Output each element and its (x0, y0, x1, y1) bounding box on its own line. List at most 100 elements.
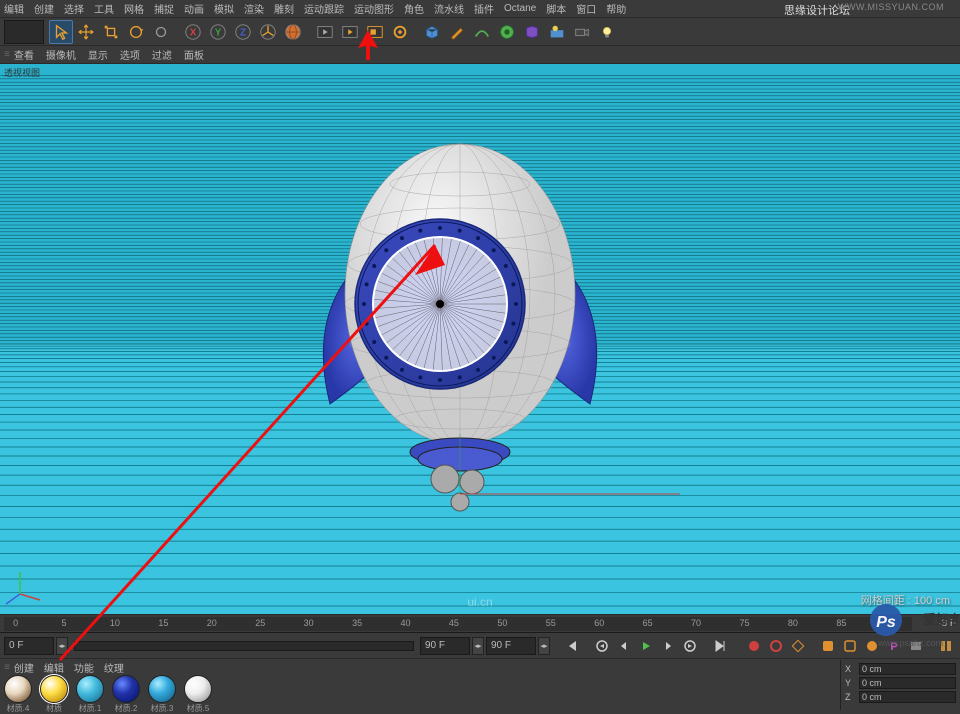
autokey-button[interactable] (766, 636, 786, 656)
select-tool-button[interactable] (49, 20, 73, 44)
timeline-tick: 10 (110, 618, 120, 628)
material-item[interactable]: 材质.4 (2, 675, 34, 714)
material-item[interactable]: 材质.2 (110, 675, 142, 714)
frame-start-stepper[interactable]: ◂▸ (56, 637, 68, 655)
filter-view[interactable]: 查看 (14, 47, 34, 62)
timeline-tick: 65 (643, 618, 653, 628)
material-ball-icon (4, 675, 32, 703)
watermark-uicn: ui.cn (467, 595, 492, 609)
spline-pen-button[interactable] (445, 20, 469, 44)
menu-pipeline[interactable]: 流水线 (434, 1, 464, 16)
goto-next-key-button[interactable] (680, 636, 700, 656)
timeline-tick: 55 (546, 618, 556, 628)
menu-mograph[interactable]: 运动图形 (354, 1, 394, 16)
axis-z-button[interactable]: Z (231, 20, 255, 44)
menu-octane[interactable]: Octane (504, 3, 536, 14)
menu-script[interactable]: 脚本 (546, 1, 566, 16)
timeline-tick: 50 (497, 618, 507, 628)
rotate-tool-button[interactable] (124, 20, 148, 44)
timeline-tick: 85 (836, 618, 846, 628)
material-label: 材质.1 (74, 703, 106, 714)
mat-tab-texture[interactable]: 纹理 (104, 660, 124, 675)
menu-character[interactable]: 角色 (404, 1, 424, 16)
axis-x-button[interactable]: X (181, 20, 205, 44)
svg-text:Z: Z (240, 27, 246, 38)
axis-y-button[interactable]: Y (206, 20, 230, 44)
move-tool-button[interactable] (74, 20, 98, 44)
deformer-button[interactable] (520, 20, 544, 44)
light-button[interactable] (595, 20, 619, 44)
material-item[interactable]: 材质 (38, 675, 70, 714)
material-item[interactable]: 材质.5 (182, 675, 214, 714)
perspective-viewport[interactable]: 透视视图 (0, 64, 960, 614)
history-undo-redo[interactable] (4, 20, 44, 44)
menu-tracking[interactable]: 运动跟踪 (304, 1, 344, 16)
material-item[interactable]: 材质.3 (146, 675, 178, 714)
camera-button[interactable] (570, 20, 594, 44)
goto-start-button[interactable] (562, 636, 582, 656)
filter-camera[interactable]: 摄像机 (46, 47, 76, 62)
render-view-button[interactable] (313, 20, 337, 44)
menu-tools[interactable]: 工具 (94, 1, 114, 16)
svg-text:X: X (190, 27, 197, 38)
material-item[interactable]: 材质.1 (74, 675, 106, 714)
primitive-cube-button[interactable] (420, 20, 444, 44)
frame-end-stepper[interactable]: ◂▸ (472, 637, 484, 655)
filter-panel[interactable]: 面板 (184, 47, 204, 62)
key-scale-button[interactable] (840, 636, 860, 656)
svg-text:爱好者: 爱好者 (923, 612, 958, 627)
record-button[interactable] (744, 636, 764, 656)
next-frame-button[interactable] (658, 636, 678, 656)
frame-current-stepper[interactable]: ◂▸ (538, 637, 550, 655)
coord-z-value[interactable]: 0 cm (859, 691, 956, 703)
menu-mesh[interactable]: 网格 (124, 1, 144, 16)
last-tool-button[interactable] (149, 20, 173, 44)
coord-y-value[interactable]: 0 cm (859, 677, 956, 689)
render-picture-button[interactable] (338, 20, 362, 44)
viewport-filterbar: ≡ 查看 摄像机 显示 选项 过滤 面板 (0, 46, 960, 64)
scale-tool-button[interactable] (99, 20, 123, 44)
filter-options[interactable]: 选项 (120, 47, 140, 62)
mat-tab-edit[interactable]: 编辑 (44, 660, 64, 675)
menu-plugins[interactable]: 插件 (474, 1, 494, 16)
coord-x-value[interactable]: 0 cm (859, 663, 956, 675)
playback-slider[interactable] (74, 641, 414, 651)
goto-prev-key-button[interactable] (592, 636, 612, 656)
menu-window[interactable]: 窗口 (576, 1, 596, 16)
menu-sculpt[interactable]: 雕刻 (274, 1, 294, 16)
menu-edit[interactable]: 编辑 (4, 1, 24, 16)
main-menubar: 编辑 创建 选择 工具 网格 捕捉 动画 模拟 渲染 雕刻 运动跟踪 运动图形 … (0, 0, 960, 18)
play-forward-button[interactable] (636, 636, 656, 656)
world-grid-button[interactable] (281, 20, 305, 44)
menu-select[interactable]: 选择 (64, 1, 84, 16)
frame-start-input[interactable] (4, 637, 54, 655)
goto-end-button[interactable] (710, 636, 730, 656)
material-label: 材质.5 (182, 703, 214, 714)
filter-filter[interactable]: 过滤 (152, 47, 172, 62)
menu-animate[interactable]: 动画 (184, 1, 204, 16)
filter-display[interactable]: 显示 (88, 47, 108, 62)
mat-tab-function[interactable]: 功能 (74, 660, 94, 675)
menu-help[interactable]: 帮助 (606, 1, 626, 16)
menu-create[interactable]: 创建 (34, 1, 54, 16)
menu-simulate[interactable]: 模拟 (214, 1, 234, 16)
keyframe-sel-button[interactable] (788, 636, 808, 656)
menu-snap[interactable]: 捕捉 (154, 1, 174, 16)
render-region-button[interactable] (363, 20, 387, 44)
timeline-ruler[interactable]: 051015202530354045505560657075808590 (4, 617, 912, 631)
generator-button[interactable] (495, 20, 519, 44)
nurbs-button[interactable] (470, 20, 494, 44)
material-ball-icon (40, 675, 68, 703)
environment-button[interactable] (545, 20, 569, 44)
prev-frame-button[interactable] (614, 636, 634, 656)
frame-end-input[interactable] (420, 637, 470, 655)
render-settings-button[interactable] (388, 20, 412, 44)
timeline-tick: 80 (788, 618, 798, 628)
timeline-tick: 45 (449, 618, 459, 628)
key-pos-button[interactable] (818, 636, 838, 656)
menu-render[interactable]: 渲染 (244, 1, 264, 16)
coord-system-button[interactable] (256, 20, 280, 44)
timeline-ruler-bar[interactable]: 051015202530354045505560657075808590 -3 … (0, 614, 960, 632)
mat-tab-create[interactable]: 创建 (14, 660, 34, 675)
frame-current-input[interactable] (486, 637, 536, 655)
